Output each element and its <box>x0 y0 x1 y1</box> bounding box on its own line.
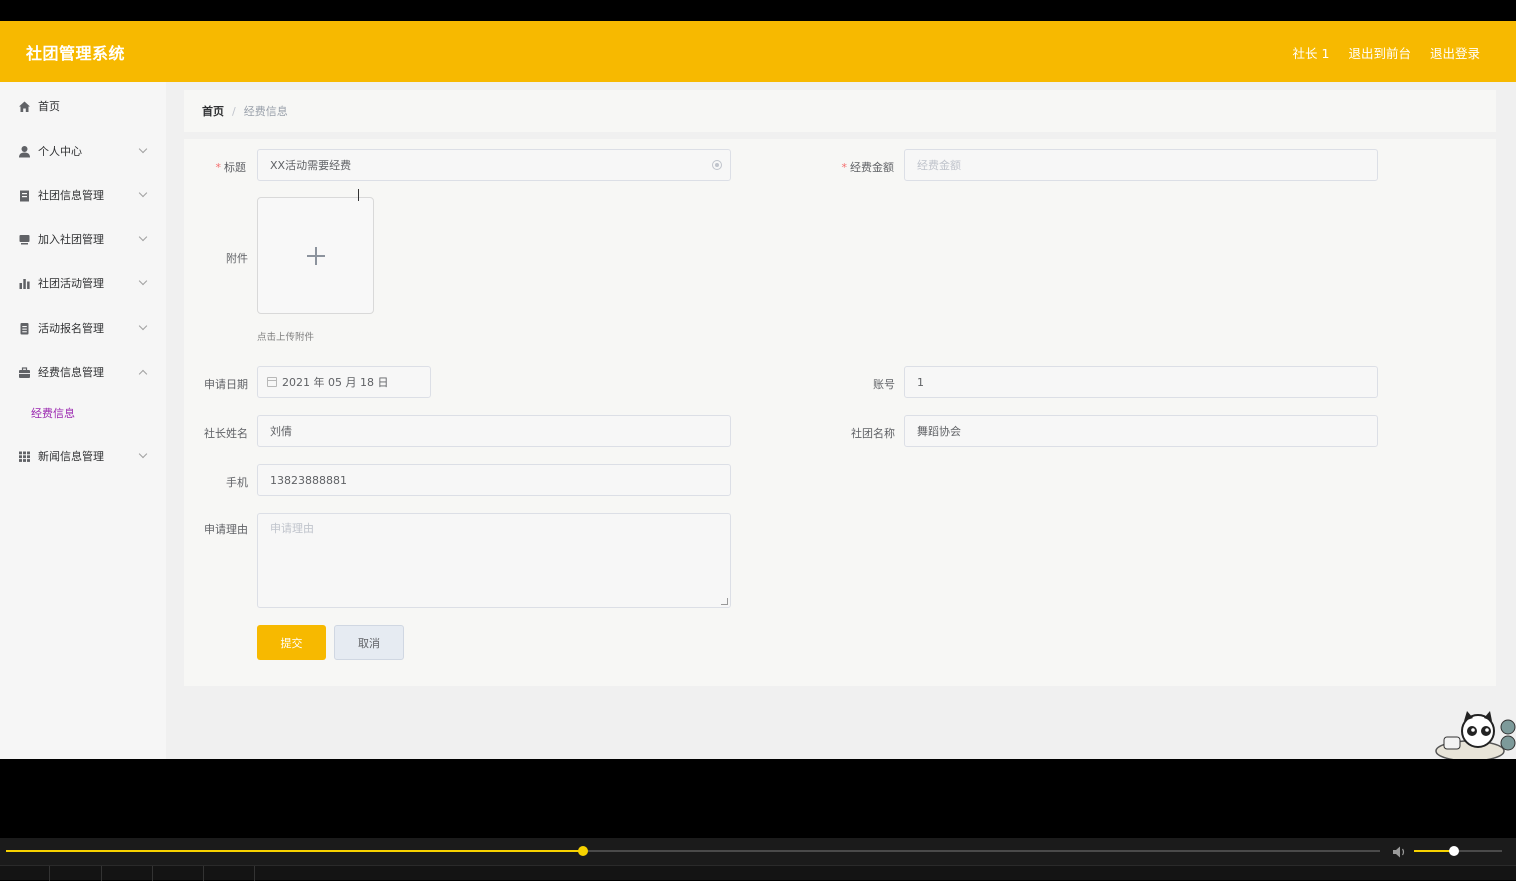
chevron-down-icon <box>138 144 148 154</box>
date-picker[interactable]: 2021 年 05 月 18 日 <box>257 366 431 398</box>
sidebar-item-label: 活动报名管理 <box>38 322 104 335</box>
amount-label: * 经费金额 <box>841 161 895 174</box>
clipboard-icon <box>18 189 31 202</box>
sidebar-subitem-label: 经费信息 <box>31 407 75 420</box>
chevron-down-icon <box>138 449 148 459</box>
user-icon <box>18 145 31 158</box>
top-header: 社团管理系统 社长 1 退出到前台 退出登录 <box>0 21 1516 82</box>
briefcase-icon <box>18 366 31 379</box>
sidebar-item-label: 个人中心 <box>38 145 82 158</box>
calendar-icon <box>267 377 277 387</box>
seek-bar-fill <box>6 850 584 852</box>
breadcrumb-current: 经费信息 <box>243 105 288 118</box>
seek-bar[interactable] <box>6 846 1380 856</box>
volume-slider[interactable] <box>1414 846 1502 856</box>
chevron-down-icon <box>138 276 148 286</box>
sidebar-item-label: 社团信息管理 <box>38 189 104 202</box>
leader-input[interactable]: 刘倩 <box>257 415 731 447</box>
sidebar-item-join-club[interactable]: 加入社团管理 <box>0 221 166 257</box>
sidebar-item-funds[interactable]: 经费信息管理 <box>0 354 166 390</box>
attachment-label: 附件 <box>226 252 248 265</box>
required-mark: * <box>841 161 848 174</box>
club-label: 社团名称 <box>851 427 895 440</box>
sidebar-item-label: 经费信息管理 <box>38 366 104 379</box>
app-title: 社团管理系统 <box>26 44 126 63</box>
user-name-link[interactable]: 社长 1 <box>1293 43 1330 62</box>
bar-chart-icon <box>18 277 31 290</box>
sidebar-item-label: 社团活动管理 <box>38 277 104 290</box>
sidebar-item-club-info[interactable]: 社团信息管理 <box>0 177 166 213</box>
funds-form: * 标题 XX活动需要经费 * 经费金额 经费金额 附件 点击上传附件 申请日期 2… <box>184 139 1496 686</box>
header-actions: 社长 1 退出到前台 退出登录 <box>1293 43 1480 62</box>
required-mark: * <box>215 161 222 174</box>
home-icon <box>18 100 31 113</box>
leader-label: 社长姓名 <box>204 427 248 440</box>
account-label: 账号 <box>873 378 895 391</box>
volume-icon[interactable] <box>1392 844 1408 858</box>
monitor-icon <box>18 233 31 246</box>
chevron-down-icon <box>138 188 148 198</box>
sidebar-subitem-funds-info[interactable]: 经费信息 <box>0 397 166 427</box>
sidebar-item-home[interactable]: 首页 <box>0 88 166 124</box>
to-frontend-link[interactable]: 退出到前台 <box>1348 43 1411 62</box>
main-content: 首页 / 经费信息 * 标题 XX活动需要经费 * 经费金额 经费金额 附件 点击上… <box>166 82 1516 759</box>
title-input[interactable]: XX活动需要经费 <box>257 149 731 181</box>
date-label: 申请日期 <box>204 378 248 391</box>
sidebar-item-label: 新闻信息管理 <box>38 450 104 463</box>
submit-button[interactable]: 提交 <box>257 625 326 660</box>
reason-textarea[interactable]: 申请理由 <box>257 513 731 608</box>
amount-input[interactable]: 经费金额 <box>904 149 1378 181</box>
upload-button[interactable] <box>257 197 374 314</box>
sidebar-item-signup[interactable]: 活动报名管理 <box>0 310 166 346</box>
sidebar-item-label: 加入社团管理 <box>38 233 104 246</box>
title-label: * 标题 <box>215 161 247 174</box>
account-input[interactable]: 1 <box>904 366 1378 398</box>
breadcrumb-separator: / <box>232 104 236 118</box>
club-input[interactable]: 舞蹈协会 <box>904 415 1378 447</box>
sidebar-item-personal[interactable]: 个人中心 <box>0 133 166 169</box>
logout-link[interactable]: 退出登录 <box>1430 43 1480 62</box>
seek-bar-thumb[interactable] <box>578 846 589 856</box>
sidebar: 首页 个人中心 社团信息管理 加入社团管理 社团活动管理 活动报名管理 经费信息… <box>0 82 166 759</box>
upload-tip: 点击上传附件 <box>257 332 315 343</box>
sidebar-item-club-activity[interactable]: 社团活动管理 <box>0 265 166 301</box>
sidebar-item-news[interactable]: 新闻信息管理 <box>0 438 166 474</box>
phone-label: 手机 <box>226 476 248 489</box>
breadcrumb-home[interactable]: 首页 <box>202 103 224 119</box>
breadcrumb: 首页 / 经费信息 <box>184 90 1496 132</box>
volume-slider-thumb[interactable] <box>1448 846 1459 856</box>
text-cursor-icon <box>358 189 364 201</box>
player-control-strip <box>0 865 1516 881</box>
document-icon <box>18 322 31 335</box>
chevron-down-icon <box>138 232 148 242</box>
sidebar-item-label: 首页 <box>38 100 60 113</box>
chevron-down-icon <box>138 321 148 331</box>
clear-icon[interactable] <box>712 160 722 170</box>
mascot-widget[interactable] <box>1430 709 1516 759</box>
cancel-button[interactable]: 取消 <box>334 625 404 660</box>
phone-input[interactable]: 13823888881 <box>257 464 731 496</box>
reason-label: 申请理由 <box>204 523 248 536</box>
grid-icon <box>18 450 31 463</box>
video-player-bar <box>0 838 1516 881</box>
volume-slider-fill <box>1414 850 1454 852</box>
app-window: 社团管理系统 社长 1 退出到前台 退出登录 首页 个人中心 社团信息管理 加入… <box>0 21 1516 759</box>
chevron-up-icon <box>138 369 148 379</box>
resize-handle-icon[interactable] <box>721 598 728 605</box>
